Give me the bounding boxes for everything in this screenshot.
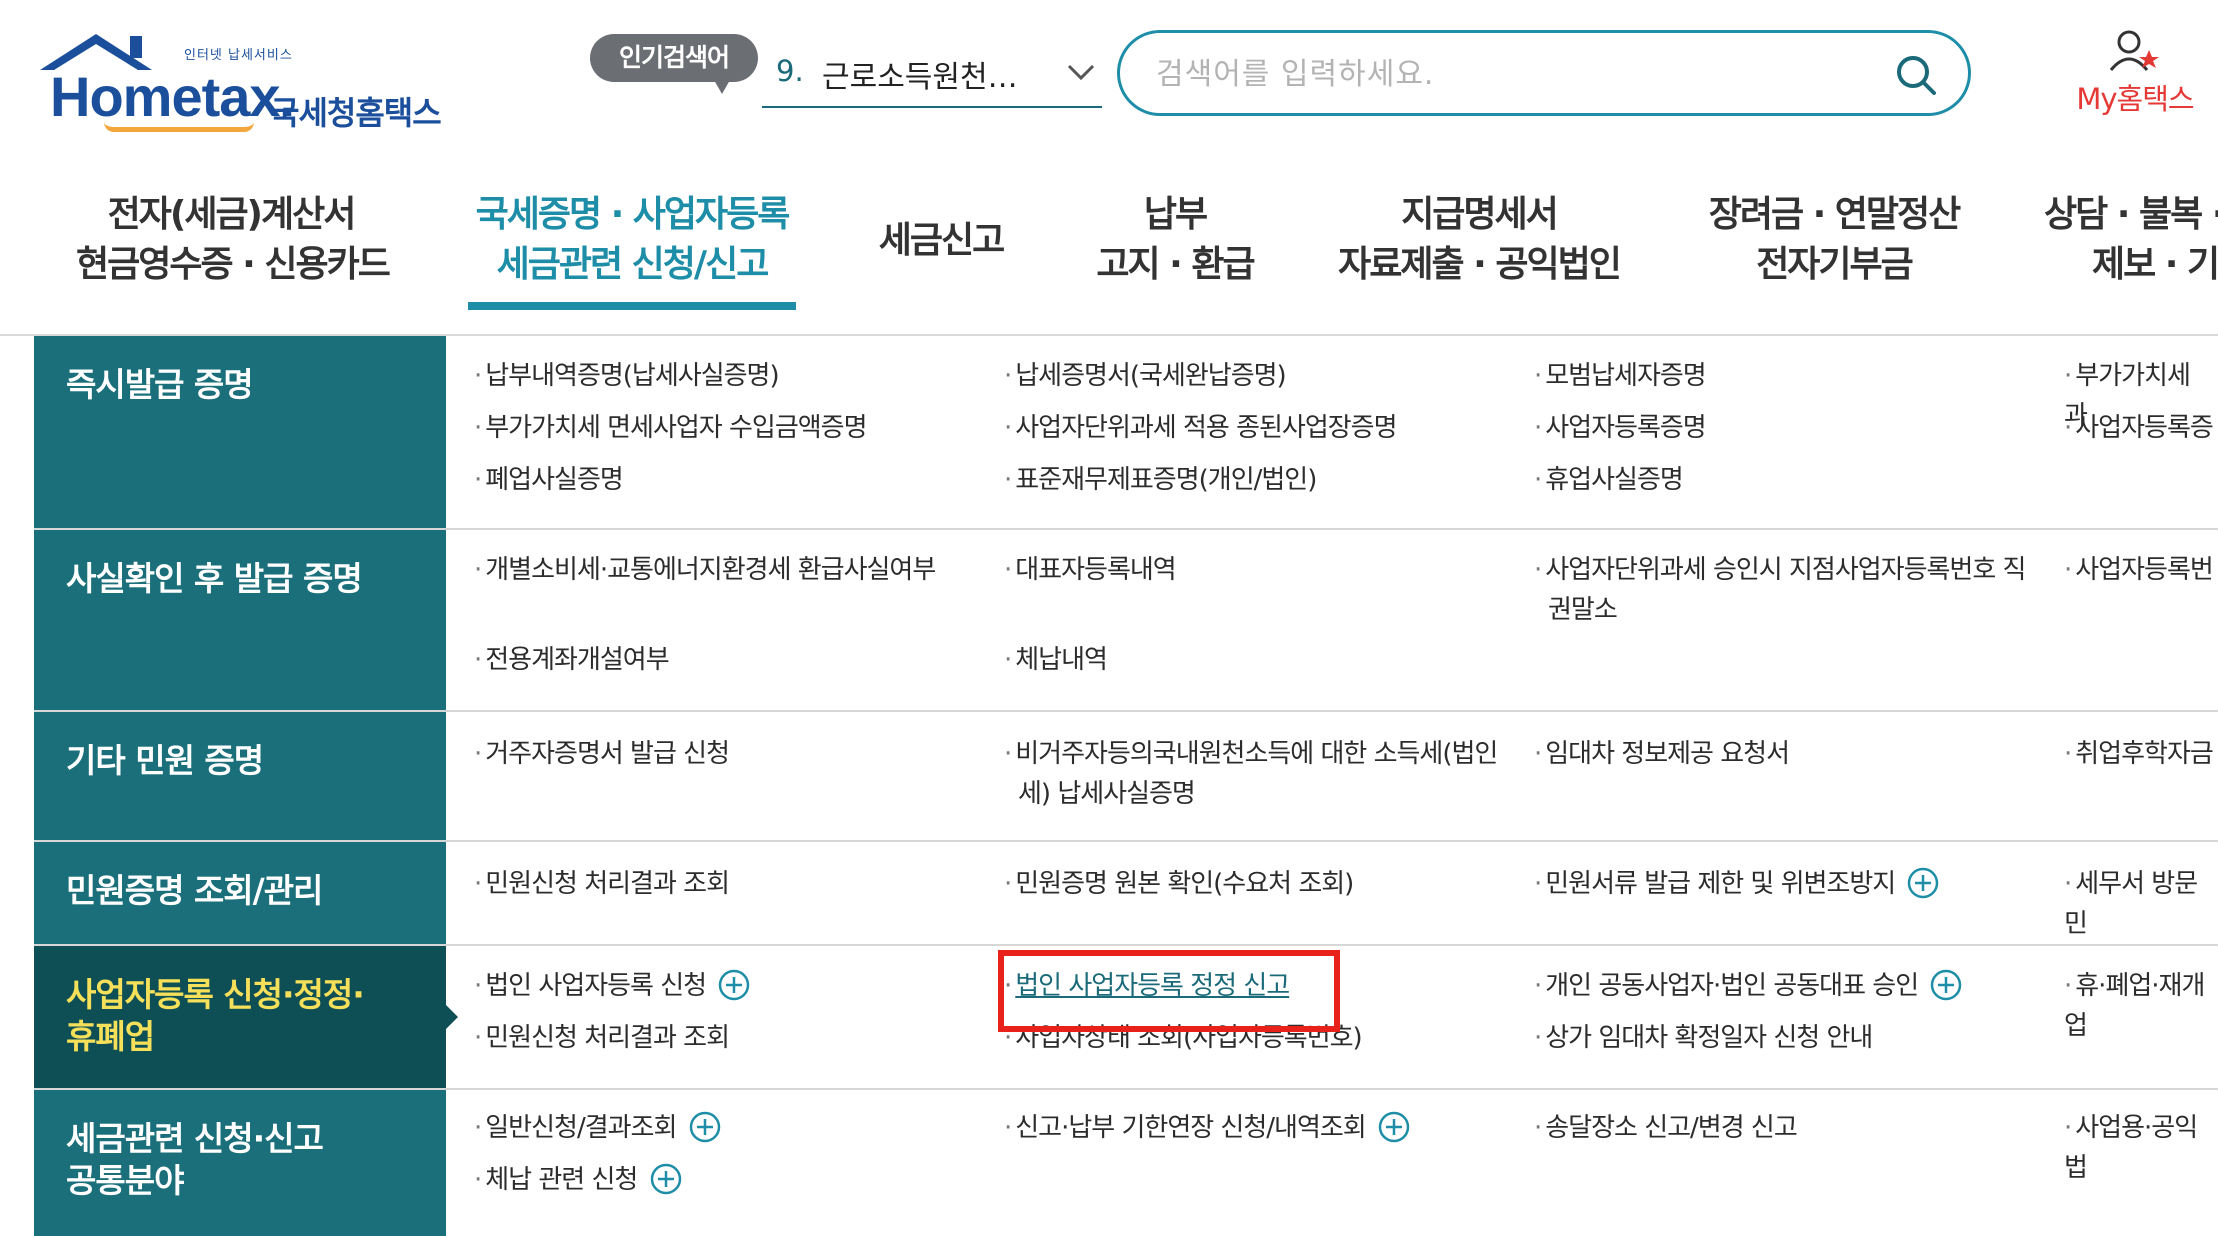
list-item[interactable]: · 임대차 정보제공 요청서 (1534, 734, 1790, 774)
menu-row-instant-certificate: 즉시발급 증명 · 납부내역증명(납세사실증명) · 납세증명서(국세완납증명) ·… (34, 336, 2218, 530)
search-input[interactable] (1156, 49, 1856, 99)
tab-line-2: 현금영수증 · 신용카드 (76, 244, 391, 285)
list-item[interactable]: · 거주자증명서 발급 신청 (474, 734, 730, 774)
user-star-icon (2109, 30, 2159, 71)
search-box (1117, 30, 1971, 116)
list-item[interactable]: · 민원신청 처리결과 조회 (474, 864, 730, 904)
active-tab-underline (468, 302, 796, 310)
expand-plus-icon[interactable] (649, 1162, 683, 1196)
list-item[interactable]: · 사업자등록증 (2064, 408, 2214, 448)
tab-line-1: 전자(세금)계산서 (107, 194, 357, 235)
list-item[interactable]: · 비거주자등의국내원천소득에 대한 소득세(법인세) 납세사실증명 (1004, 734, 1504, 814)
menu-row-other-certificate: 기타 민원 증명 · 거주자증명서 발급 신청 · 비거주자등의국내원천소득에 대한… (34, 712, 2218, 842)
menu-row-civil-inquiry: 민원증명 조회/관리 · 민원신청 처리결과 조회 · 민원증명 원본 확인(수요처… (34, 842, 2218, 946)
tab-line-2: 자료제출 · 공익법인 (1338, 244, 1622, 285)
list-item[interactable]: · 사업자단위과세 적용 종된사업장증명 (1004, 408, 1398, 448)
list-item[interactable]: · 휴업사실증명 (1534, 460, 1684, 500)
list-item[interactable]: · 사업자단위과세 승인시 지점사업자등록번호 직권말소 (1534, 550, 2034, 630)
menu-row-business-registration: 사업자등록 신청·정정· 휴폐업 · 법인 사업자등록 신청 · 법인 사업자등록 … (34, 946, 2218, 1090)
expand-plus-icon[interactable] (1929, 968, 1963, 1002)
tab-incentive-yearend[interactable]: 장려금 · 연말정산 전자기부금 (1704, 190, 1964, 290)
expand-plus-icon[interactable] (1906, 866, 1940, 900)
list-item[interactable]: · 체납내역 (1004, 640, 1108, 680)
row-title: 세금관련 신청·신고 공통분야 (34, 1090, 446, 1236)
tab-line-1: 국세증명 · 사업자등록 (475, 194, 791, 235)
row-title: 즉시발급 증명 (34, 336, 446, 528)
list-item[interactable]: · 모범납세자증명 (1534, 356, 1707, 396)
row-title-line-2: 공통분야 (66, 1161, 184, 1200)
list-item[interactable]: · 일반신청/결과조회 (474, 1108, 722, 1148)
row-title-line-1: 세금관련 신청·신고 (66, 1119, 324, 1158)
chevron-down-icon[interactable] (1066, 62, 1096, 82)
tab-tax-return[interactable]: 세금신고 (876, 216, 1006, 266)
expand-plus-icon[interactable] (1377, 1110, 1411, 1144)
list-item[interactable]: · 민원신청 처리결과 조회 (474, 1018, 730, 1058)
row-title-line-2: 휴폐업 (66, 1017, 155, 1056)
list-item[interactable]: · 휴·폐업·재개업 (2064, 966, 2218, 1046)
list-item[interactable]: · 개인 공동사업자·법인 공동대표 승인 (1534, 966, 1963, 1006)
list-item[interactable]: · 폐업사실증명 (474, 460, 624, 500)
popular-keyword-dropdown[interactable]: 9. 근로소득원천… (762, 40, 1102, 108)
list-item[interactable]: · 납세증명서(국세완납증명) (1004, 356, 1287, 396)
highlight-box (998, 950, 1340, 1032)
tab-line-1: 지급명세서 (1401, 194, 1559, 235)
menu-row-common-application: 세금관련 신청·신고 공통분야 · 일반신청/결과조회 · 신고·납부 기한연장 신… (34, 1090, 2218, 1236)
list-item[interactable]: · 부가가치세 면세사업자 수입금액증명 (474, 408, 868, 448)
search-icon[interactable] (1894, 53, 1938, 97)
tab-consult-appeal[interactable]: 상담 · 불복 · 제보 · 기 (2044, 190, 2218, 290)
my-hometax-label: My홈택스 (2076, 82, 2194, 116)
list-item[interactable]: · 사업용·공익법 (2064, 1108, 2218, 1188)
list-item[interactable]: · 세무서 방문 민 (2064, 864, 2218, 944)
logo-brand: Hometax. (50, 65, 295, 128)
tab-line-2: 고지 · 환급 (1096, 244, 1255, 285)
tab-line-1: 장려금 · 연말정산 (1708, 194, 1962, 235)
tab-line-1: 상담 · 불복 · (2044, 194, 2218, 235)
list-item[interactable]: · 사업자등록번 (2064, 550, 2214, 590)
main-nav: 전자(세금)계산서 현금영수증 · 신용카드 국세증명 · 사업자등록 세금관련… (0, 180, 2218, 336)
menu-row-verified-certificate: 사실확인 후 발급 증명 · 개별소비세·교통에너지환경세 환급사실여부 · 대표자… (34, 530, 2218, 712)
row-title: 기타 민원 증명 (34, 712, 446, 840)
popular-search-badge: 인기검색어 (590, 34, 758, 94)
popular-keyword-text[interactable]: 근로소득원천… (822, 52, 1018, 96)
expand-plus-icon[interactable] (688, 1110, 722, 1144)
hometax-logo[interactable]: 인터넷 납세서비스 Hometax. 국세청홈택스 (34, 26, 474, 132)
tab-certificate-business[interactable]: 국세증명 · 사업자등록 세금관련 신청/신고 (468, 190, 796, 290)
tab-e-invoice[interactable]: 전자(세금)계산서 현금영수증 · 신용카드 (76, 190, 391, 290)
row-title: 민원증명 조회/관리 (34, 842, 446, 944)
tab-line-2: 전자기부금 (1756, 244, 1914, 285)
list-item[interactable]: · 송달장소 신고/변경 신고 (1534, 1108, 1798, 1148)
tab-payment[interactable]: 납부 고지 · 환급 (1090, 190, 1260, 290)
popular-keyword-rank: 9. (776, 54, 804, 88)
my-hometax-link[interactable]: My홈택스 (2060, 28, 2210, 118)
expand-plus-icon[interactable] (717, 968, 751, 1002)
list-item[interactable]: · 신고·납부 기한연장 신청/내역조회 (1004, 1108, 1411, 1148)
list-item[interactable]: · 체납 관련 신청 (474, 1160, 683, 1200)
list-item[interactable]: · 납부내역증명(납세사실증명) (474, 356, 780, 396)
list-item[interactable]: · 사업자등록증명 (1534, 408, 1707, 448)
list-item[interactable]: · 민원서류 발급 제한 및 위변조방지 (1534, 864, 1940, 904)
row-title-line-1: 사업자등록 신청·정정· (66, 975, 365, 1014)
tab-line-2: 세금관련 신청/신고 (496, 244, 770, 285)
list-item[interactable]: · 개별소비세·교통에너지환경세 환급사실여부 (474, 550, 936, 590)
list-item[interactable]: · 대표자등록내역 (1004, 550, 1177, 590)
logo-brand-kr: 국세청홈택스 (270, 94, 442, 132)
list-item[interactable]: · 법인 사업자등록 신청 (474, 966, 751, 1006)
row-title: 사업자등록 신청·정정· 휴폐업 (34, 946, 458, 1088)
list-item[interactable]: · 표준재무제표증명(개인/법인) (1004, 460, 1317, 500)
list-item[interactable]: · 민원증명 원본 확인(수요처 조회) (1004, 864, 1354, 904)
tab-payment-statement[interactable]: 지급명세서 자료제출 · 공익법인 (1336, 190, 1622, 290)
tab-line-1: 세금신고 (878, 220, 1005, 261)
tab-line-2: 제보 · 기 (2092, 244, 2218, 285)
logo-swoosh (104, 122, 254, 132)
logo-tagline: 인터넷 납세서비스 (184, 48, 293, 63)
row-title: 사실확인 후 발급 증명 (34, 530, 446, 710)
list-item[interactable]: · 상가 임대차 확정일자 신청 안내 (1534, 1018, 1873, 1058)
list-item[interactable]: · 취업후학자금 (2064, 734, 2214, 774)
list-item[interactable]: · 전용계좌개설여부 (474, 640, 670, 680)
tab-line-1: 납부 (1143, 194, 1208, 235)
